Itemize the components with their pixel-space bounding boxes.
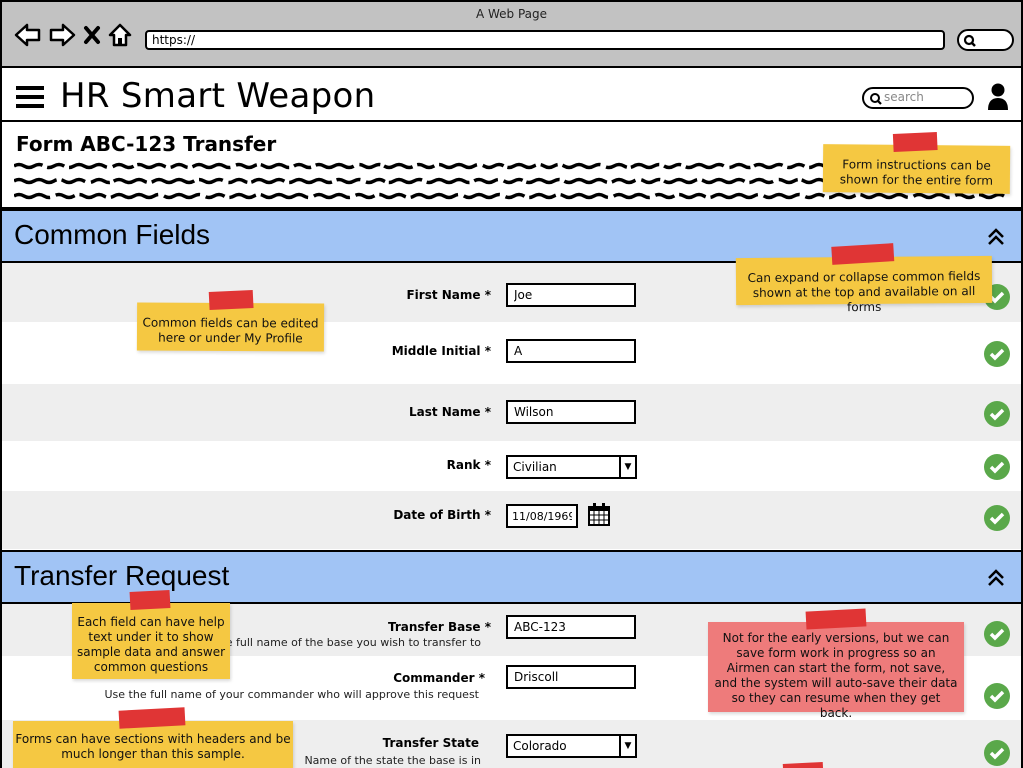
browser-nav	[14, 22, 132, 48]
field-label: Rank *	[446, 458, 491, 472]
window-title: A Web Page	[475, 7, 548, 21]
form-title: Form ABC-123 Transfer	[16, 132, 277, 156]
transfer-state-select[interactable]: Colorado ▼	[506, 734, 637, 758]
field-help-text: Name of the state the base is in	[304, 754, 481, 767]
note-text: Forms can have sections with headers and…	[15, 732, 291, 761]
home-icon[interactable]	[108, 22, 132, 48]
note-text: Form instructions can be shown for the e…	[839, 157, 994, 188]
tape	[208, 289, 254, 311]
form-row-date-of-birth: Date of Birth *	[2, 491, 1021, 549]
dropdown-arrow-icon[interactable]: ▼	[619, 457, 635, 477]
forward-icon[interactable]	[48, 22, 76, 48]
field-label: Transfer State	[382, 736, 479, 750]
tape	[129, 589, 171, 611]
note-text: Each field can have help text under it t…	[76, 615, 226, 674]
rank-select[interactable]: Civilian ▼	[506, 455, 637, 479]
hamburger-menu-icon[interactable]	[16, 85, 44, 113]
form-row-last-name: Last Name *	[2, 384, 1021, 441]
annotation-note: Common fields can be edited here or unde…	[136, 289, 325, 352]
field-help-text: Use the full name of the base you wish t…	[190, 636, 481, 649]
commander-input[interactable]	[506, 665, 636, 689]
tape	[805, 608, 867, 630]
annotation-note: Form instructions can be shown for the e…	[822, 132, 1011, 194]
date-of-birth-input[interactable]	[506, 504, 578, 528]
form-row-rank: Rank * Civilian ▼	[2, 441, 1021, 491]
annotation-note: Forms can have sections with headers and…	[13, 707, 293, 768]
field-label: First Name *	[406, 288, 491, 302]
section-title: Common Fields	[14, 219, 211, 250]
annotation-note-red: Not for the early versions, but we can s…	[708, 608, 964, 720]
valid-check-icon	[984, 454, 1010, 480]
first-name-input[interactable]	[506, 283, 636, 307]
last-name-input[interactable]	[506, 400, 636, 424]
search-icon	[870, 93, 882, 105]
transfer-state-value: Colorado	[513, 739, 567, 753]
annotation-note: Can expand or collapse common fields sho…	[735, 243, 993, 314]
app-search[interactable]	[862, 87, 974, 109]
section-title: Transfer Request	[14, 560, 230, 591]
annotation-note: Each field can have help text under it t…	[72, 589, 230, 679]
stop-icon[interactable]	[82, 24, 102, 46]
field-label: Middle Initial *	[391, 344, 491, 358]
field-label: Transfer Base *	[387, 620, 491, 634]
rank-value: Civilian	[513, 460, 557, 474]
transfer-base-input[interactable]	[506, 615, 636, 639]
tape	[118, 707, 186, 729]
valid-check-icon	[984, 621, 1010, 647]
tape	[831, 243, 895, 265]
valid-check-icon	[984, 341, 1010, 367]
field-help-text: Use the full name of your commander who …	[104, 688, 480, 701]
field-label: Date of Birth *	[393, 508, 491, 522]
collapse-chevron-up-icon[interactable]	[987, 228, 1005, 250]
search-icon	[963, 34, 976, 47]
user-profile-icon[interactable]	[987, 83, 1009, 115]
url-bar[interactable]: https://	[145, 30, 945, 50]
valid-check-icon	[984, 740, 1010, 766]
valid-check-icon	[984, 401, 1010, 427]
tape	[782, 761, 824, 768]
dropdown-arrow-icon[interactable]: ▼	[619, 736, 635, 756]
note-text: Not for the early versions, but we can s…	[714, 631, 958, 720]
valid-check-icon	[984, 683, 1010, 709]
app-header: HR Smart Weapon	[2, 68, 1021, 122]
browser-chrome: A Web Page https://	[0, 0, 1023, 68]
browser-search[interactable]	[957, 29, 1014, 51]
app-title: HR Smart Weapon	[60, 76, 376, 116]
valid-check-icon	[984, 505, 1010, 531]
instructions-text-line	[14, 192, 1005, 200]
field-label: Commander *	[393, 671, 485, 685]
note-text: Common fields can be edited here or unde…	[142, 315, 319, 346]
field-label: Last Name *	[408, 405, 491, 419]
calendar-icon[interactable]	[588, 502, 610, 530]
collapse-chevron-up-icon[interactable]	[987, 569, 1005, 591]
tape	[892, 132, 938, 152]
search-input[interactable]	[884, 90, 968, 104]
middle-initial-input[interactable]	[506, 339, 636, 363]
back-icon[interactable]	[14, 22, 42, 48]
